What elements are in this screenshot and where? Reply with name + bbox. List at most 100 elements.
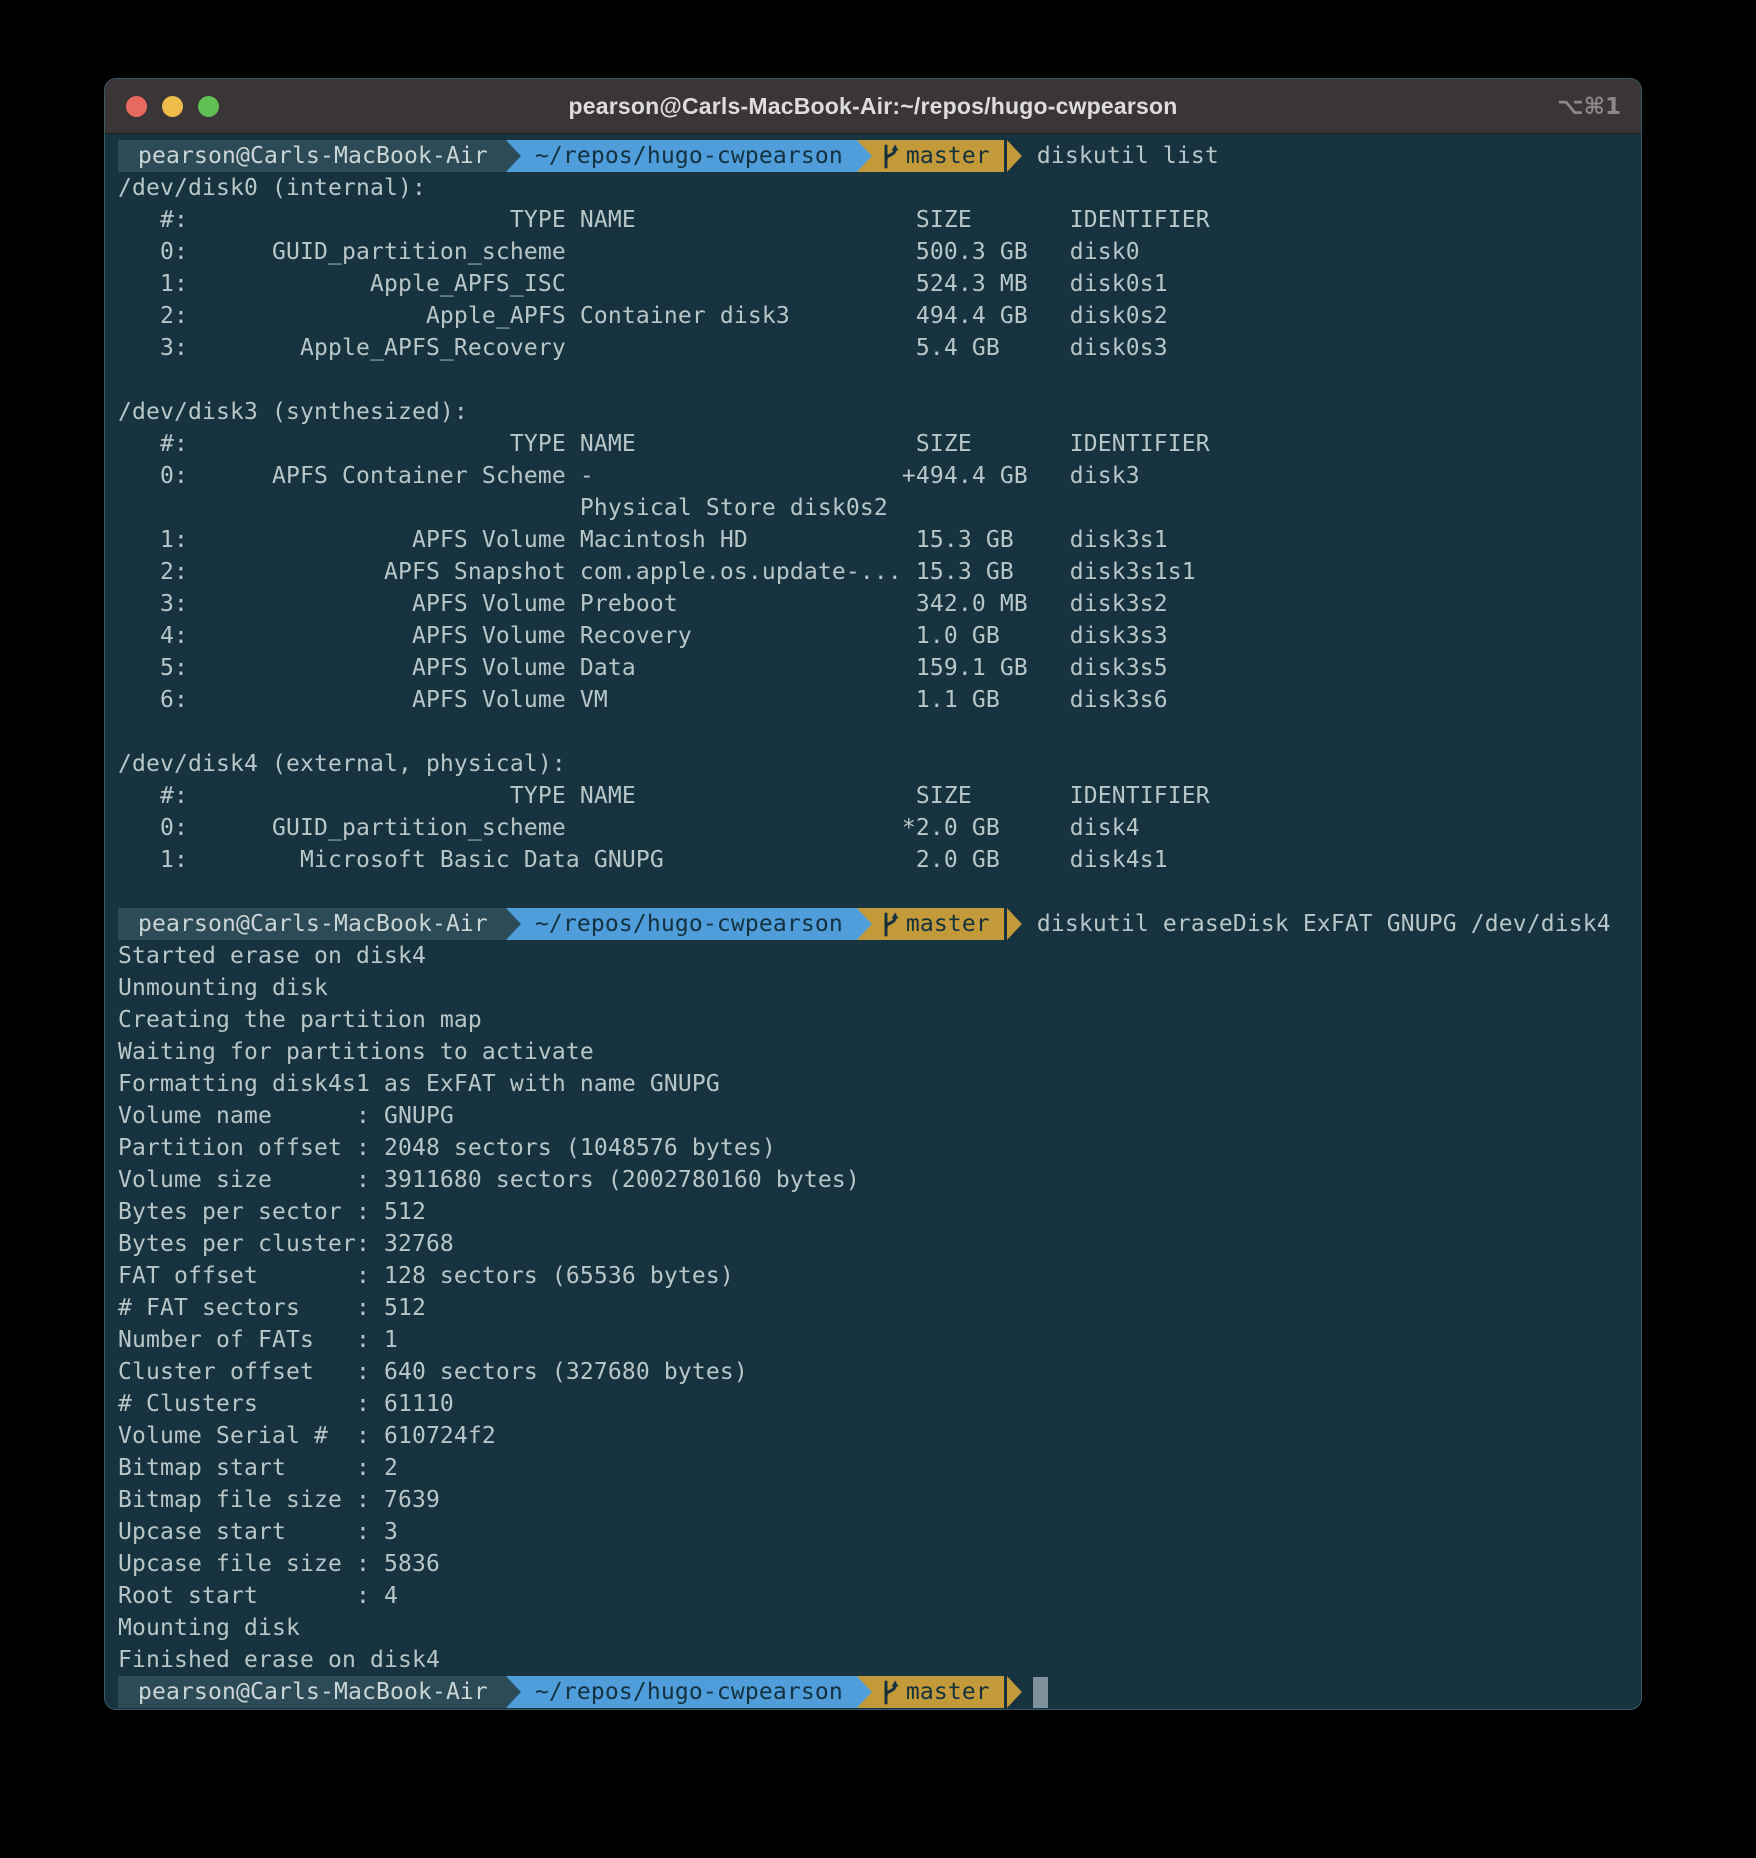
traffic-lights (105, 96, 219, 117)
output-text: Waiting for partitions to activate (118, 1036, 594, 1068)
prompt-user-host: pearson@Carls-MacBook-Air (118, 908, 506, 940)
output-text: 4: APFS Volume Recovery 1.0 GB disk3s3 (118, 620, 1168, 652)
prompt-user-host: pearson@Carls-MacBook-Air (118, 1676, 506, 1708)
output-text: Bitmap file size : 7639 (118, 1484, 440, 1516)
terminal-output-line: 6: APFS Volume VM 1.1 GB disk3s6 (118, 684, 1641, 716)
terminal-output-line: 0: GUID_partition_scheme 500.3 GB disk0 (118, 236, 1641, 268)
output-text: Upcase start : 3 (118, 1516, 398, 1548)
prompt-git-branch: master (872, 140, 1004, 172)
terminal-output-line: Physical Store disk0s2 (118, 492, 1641, 524)
prompt-directory: ~/repos/hugo-cwpearson (521, 908, 857, 940)
window-hotkey-badge: ⌥⌘1 (1557, 79, 1621, 134)
git-branch-icon (880, 911, 902, 937)
output-text: Physical Store disk0s2 (118, 492, 888, 524)
output-text: Unmounting disk (118, 972, 328, 1004)
output-text: Partition offset : 2048 sectors (1048576… (118, 1132, 776, 1164)
output-text: 2: Apple_APFS Container disk3 494.4 GB d… (118, 300, 1168, 332)
window-title: pearson@Carls-MacBook-Air:~/repos/hugo-c… (105, 93, 1641, 120)
terminal-output-line: 0: APFS Container Scheme - +494.4 GB dis… (118, 460, 1641, 492)
terminal-output-line (118, 716, 1641, 748)
terminal-output-line: Partition offset : 2048 sectors (1048576… (118, 1132, 1641, 1164)
minimize-button[interactable] (162, 96, 183, 117)
terminal-output-line: Started erase on disk4 (118, 940, 1641, 972)
terminal-output-line: Mounting disk (118, 1612, 1641, 1644)
terminal-output-line: Bitmap start : 2 (118, 1452, 1641, 1484)
output-text: #: TYPE NAME SIZE IDENTIFIER (118, 428, 1210, 460)
output-text: Number of FATs : 1 (118, 1324, 398, 1356)
terminal-output-line: Number of FATs : 1 (118, 1324, 1641, 1356)
terminal-output-line: # Clusters : 61110 (118, 1388, 1641, 1420)
output-text: 1: Microsoft Basic Data GNUPG 2.0 GB dis… (118, 844, 1168, 876)
output-text: Volume name : GNUPG (118, 1100, 454, 1132)
terminal-output-line: Unmounting disk (118, 972, 1641, 1004)
output-text: Formatting disk4s1 as ExFAT with name GN… (118, 1068, 720, 1100)
prompt-directory: ~/repos/hugo-cwpearson (521, 140, 857, 172)
output-text: 3: APFS Volume Preboot 342.0 MB disk3s2 (118, 588, 1168, 620)
terminal-output-line: Formatting disk4s1 as ExFAT with name GN… (118, 1068, 1641, 1100)
terminal-output-line: Upcase start : 3 (118, 1516, 1641, 1548)
powerline-arrow-icon (1007, 140, 1022, 172)
powerline-arrow-icon (857, 908, 872, 940)
terminal-output-line: 0: GUID_partition_scheme *2.0 GB disk4 (118, 812, 1641, 844)
terminal-output-line: Waiting for partitions to activate (118, 1036, 1641, 1068)
terminal-output-line: Volume name : GNUPG (118, 1100, 1641, 1132)
powerline-arrow-icon (857, 140, 872, 172)
terminal-output-line: 2: APFS Snapshot com.apple.os.update-...… (118, 556, 1641, 588)
terminal-output-line: Creating the partition map (118, 1004, 1641, 1036)
terminal-output-line: Root start : 4 (118, 1580, 1641, 1612)
output-text: /dev/disk0 (internal): (118, 172, 426, 204)
prompt-user-host: pearson@Carls-MacBook-Air (118, 140, 506, 172)
prompt-directory: ~/repos/hugo-cwpearson (521, 1676, 857, 1708)
terminal-output-line: Bytes per cluster: 32768 (118, 1228, 1641, 1260)
prompt-line: pearson@Carls-MacBook-Air ~/repos/hugo-cw… (118, 140, 1641, 172)
git-branch-icon (880, 1679, 902, 1705)
terminal-output-line: 3: APFS Volume Preboot 342.0 MB disk3s2 (118, 588, 1641, 620)
terminal-output-line: Bitmap file size : 7639 (118, 1484, 1641, 1516)
output-text: # FAT sectors : 512 (118, 1292, 426, 1324)
output-text: Bitmap start : 2 (118, 1452, 398, 1484)
terminal-output-line: Finished erase on disk4 (118, 1644, 1641, 1676)
terminal-output-line: /dev/disk0 (internal): (118, 172, 1641, 204)
zoom-button[interactable] (198, 96, 219, 117)
output-text: 0: APFS Container Scheme - +494.4 GB dis… (118, 460, 1140, 492)
terminal-output-line: 4: APFS Volume Recovery 1.0 GB disk3s3 (118, 620, 1641, 652)
output-text: # Clusters : 61110 (118, 1388, 454, 1420)
output-text: 5: APFS Volume Data 159.1 GB disk3s5 (118, 652, 1168, 684)
git-branch-icon (880, 143, 902, 169)
terminal-output-line: # FAT sectors : 512 (118, 1292, 1641, 1324)
terminal-output-line: 1: Microsoft Basic Data GNUPG 2.0 GB dis… (118, 844, 1641, 876)
terminal-output-line: /dev/disk3 (synthesized): (118, 396, 1641, 428)
output-text: FAT offset : 128 sectors (65536 bytes) (118, 1260, 734, 1292)
powerline-arrow-icon (506, 1676, 521, 1708)
terminal-output-line: 3: Apple_APFS_Recovery 5.4 GB disk0s3 (118, 332, 1641, 364)
output-text: Root start : 4 (118, 1580, 398, 1612)
powerline-arrow-icon (1007, 1676, 1022, 1708)
output-text: 3: Apple_APFS_Recovery 5.4 GB disk0s3 (118, 332, 1168, 364)
terminal-output-line: 1: Apple_APFS_ISC 524.3 MB disk0s1 (118, 268, 1641, 300)
output-text: Mounting disk (118, 1612, 300, 1644)
output-text: /dev/disk3 (synthesized): (118, 396, 468, 428)
terminal-output-line: Bytes per sector : 512 (118, 1196, 1641, 1228)
close-button[interactable] (126, 96, 147, 117)
terminal-content[interactable]: pearson@Carls-MacBook-Air ~/repos/hugo-cw… (105, 134, 1641, 1710)
output-text: #: TYPE NAME SIZE IDENTIFIER (118, 204, 1210, 236)
output-text: 6: APFS Volume VM 1.1 GB disk3s6 (118, 684, 1168, 716)
terminal-cursor[interactable] (1033, 1677, 1048, 1708)
terminal-output-line: 5: APFS Volume Data 159.1 GB disk3s5 (118, 652, 1641, 684)
terminal-output-line: Volume size : 3911680 sectors (200278016… (118, 1164, 1641, 1196)
output-text: 0: GUID_partition_scheme *2.0 GB disk4 (118, 812, 1140, 844)
output-text: /dev/disk4 (external, physical): (118, 748, 566, 780)
terminal-output-line: #: TYPE NAME SIZE IDENTIFIER (118, 780, 1641, 812)
output-text: #: TYPE NAME SIZE IDENTIFIER (118, 780, 1210, 812)
output-text: Upcase file size : 5836 (118, 1548, 440, 1580)
terminal-output-line: 1: APFS Volume Macintosh HD 15.3 GB disk… (118, 524, 1641, 556)
terminal-output-line: #: TYPE NAME SIZE IDENTIFIER (118, 204, 1641, 236)
powerline-arrow-icon (857, 1676, 872, 1708)
powerline-arrow-icon (1007, 908, 1022, 940)
output-text: 0: GUID_partition_scheme 500.3 GB disk0 (118, 236, 1140, 268)
output-text: Volume size : 3911680 sectors (200278016… (118, 1164, 860, 1196)
output-text: 1: Apple_APFS_ISC 524.3 MB disk0s1 (118, 268, 1168, 300)
prompt-line: pearson@Carls-MacBook-Air ~/repos/hugo-cw… (118, 908, 1641, 940)
terminal-output-line: 2: Apple_APFS Container disk3 494.4 GB d… (118, 300, 1641, 332)
terminal-window: pearson@Carls-MacBook-Air:~/repos/hugo-c… (104, 78, 1642, 1710)
